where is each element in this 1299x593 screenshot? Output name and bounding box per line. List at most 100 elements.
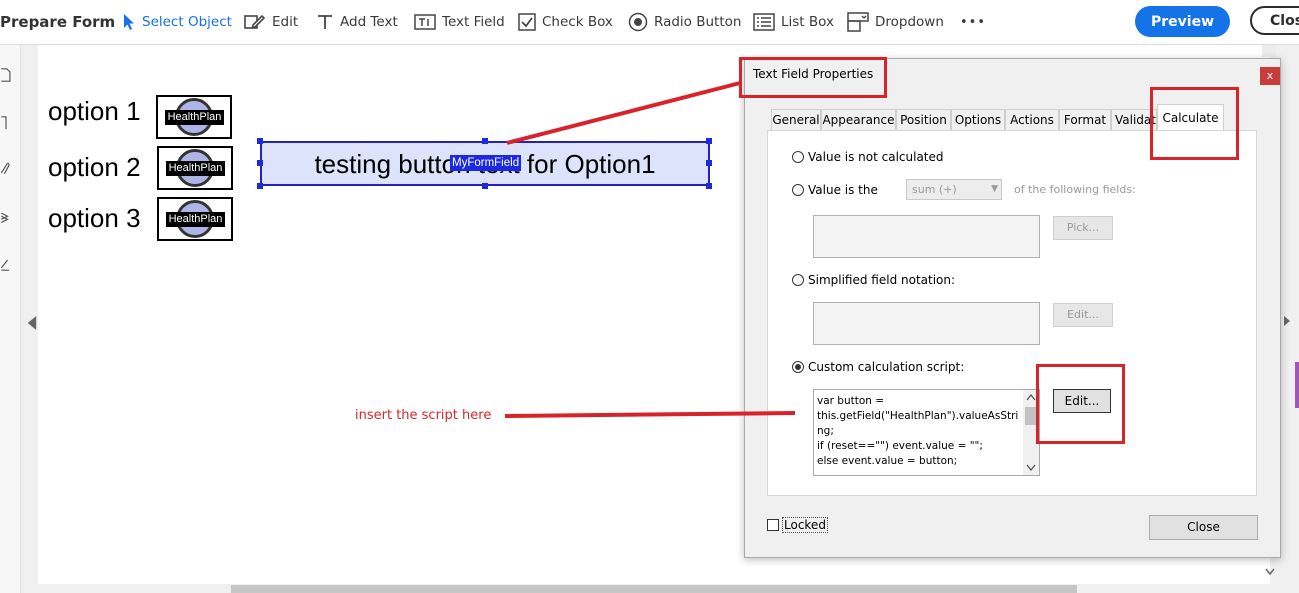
tab-format[interactable]: Format xyxy=(1059,109,1111,130)
option-1-label: option 1 xyxy=(48,96,141,126)
attachment-icon[interactable] xyxy=(0,162,12,176)
edit-simplified-button[interactable]: Edit... xyxy=(1053,303,1113,327)
healthplan-radio-2[interactable]: HealthPlan xyxy=(157,146,233,190)
select-object-label: Select Object xyxy=(142,14,232,30)
calculate-panel: Value is not calculated Value is the sum… xyxy=(767,130,1257,496)
radio-custom-script[interactable]: Custom calculation script: xyxy=(792,360,964,374)
scroll-down-icon[interactable] xyxy=(1026,464,1036,471)
text-field-tool[interactable]: Text Field xyxy=(414,0,505,44)
resize-handle[interactable] xyxy=(482,138,488,144)
close-button[interactable]: Close xyxy=(1149,515,1258,540)
toolbar-title: Prepare Form xyxy=(0,13,116,31)
layers-icon[interactable] xyxy=(0,210,12,224)
scrollbar-thumb[interactable] xyxy=(231,585,1077,593)
edit-pencil-icon xyxy=(244,14,266,29)
page-icon[interactable] xyxy=(0,68,12,82)
tab-options[interactable]: Options xyxy=(951,109,1005,130)
edit-label: Edit xyxy=(272,14,299,30)
annotation-text: insert the script here xyxy=(355,408,492,423)
resize-handle[interactable] xyxy=(257,160,263,166)
cursor-arrow-icon xyxy=(124,14,134,30)
radio-field-name: HealthPlan xyxy=(166,161,225,176)
scroll-up-area[interactable] xyxy=(1262,45,1276,57)
resize-handle[interactable] xyxy=(706,183,712,189)
dropdown-tool[interactable]: Dropdown xyxy=(847,0,944,44)
scroll-down-icon[interactable] xyxy=(1265,568,1275,576)
radio-button-icon xyxy=(628,12,648,32)
tab-appearance[interactable]: Appearance xyxy=(821,109,896,130)
radio-button-label: Radio Button xyxy=(654,14,742,30)
toolbar: Prepare Form Select Object Edit Add Text… xyxy=(0,0,1299,45)
list-box-tool[interactable]: List Box xyxy=(753,0,834,44)
chevron-down-icon: ▼ xyxy=(991,184,998,194)
right-panel-accent xyxy=(1295,362,1299,408)
radio-simplified[interactable]: Simplified field notation: xyxy=(792,273,955,287)
resize-handle[interactable] xyxy=(257,183,263,189)
resize-handle[interactable] xyxy=(706,138,712,144)
select-object-tool[interactable]: Select Object xyxy=(122,0,232,44)
add-text-label: Add Text xyxy=(340,14,398,30)
radio-label: Simplified field notation: xyxy=(808,273,956,287)
check-box-tool[interactable]: Check Box xyxy=(518,0,613,44)
resize-handle[interactable] xyxy=(706,160,712,166)
radio-control[interactable] xyxy=(792,151,804,163)
signature-icon[interactable] xyxy=(0,257,12,271)
operation-select-value: sum (+) xyxy=(912,183,957,196)
text-field-icon xyxy=(414,14,436,30)
resize-handle[interactable] xyxy=(257,138,263,144)
custom-script-box[interactable]: var button = this.getField("HealthPlan")… xyxy=(813,389,1040,476)
radio-control[interactable] xyxy=(792,184,804,196)
option-3-label: option 3 xyxy=(48,203,141,233)
radio-button-tool[interactable]: Radio Button xyxy=(628,0,741,44)
list-box-label: List Box xyxy=(781,14,834,30)
option-2-label: option 2 xyxy=(48,152,141,182)
text-t-icon xyxy=(318,15,332,29)
edit-tool[interactable]: Edit xyxy=(244,0,298,44)
dropdown-icon xyxy=(847,12,869,32)
tab-position[interactable]: Position xyxy=(896,109,951,130)
collapse-left-icon[interactable] xyxy=(26,316,38,330)
radio-value-is-the[interactable]: Value is the xyxy=(792,183,878,197)
radio-not-calculated[interactable]: Value is not calculated xyxy=(792,150,944,164)
radio-field-name: HealthPlan xyxy=(166,212,225,227)
left-tool-rail xyxy=(0,45,37,593)
radio-control[interactable] xyxy=(792,274,804,286)
check-box-label: Check Box xyxy=(542,14,613,30)
horizontal-scrollbar[interactable] xyxy=(38,584,1270,593)
resize-handle[interactable] xyxy=(482,183,488,189)
title-highlight-box xyxy=(739,57,887,98)
operation-select[interactable]: sum (+) ▼ xyxy=(906,179,1002,200)
radio-control[interactable] xyxy=(792,361,804,373)
list-box-icon xyxy=(753,13,775,31)
radio-field-name: HealthPlan xyxy=(165,110,224,125)
my-form-field[interactable]: testing button text for Option1 MyFormFi… xyxy=(260,141,710,186)
pick-button[interactable]: Pick... xyxy=(1053,216,1113,240)
text-field-label: Text Field xyxy=(442,14,505,30)
script-text: var button = this.getField("HealthPlan")… xyxy=(817,395,1019,467)
locked-label: Locked xyxy=(782,517,828,533)
healthplan-radio-3[interactable]: HealthPlan xyxy=(157,197,233,241)
checkbox-control[interactable] xyxy=(767,519,779,531)
more-tools-button[interactable]: ••• xyxy=(960,0,986,44)
simplified-notation-box[interactable] xyxy=(813,302,1040,345)
tab-actions[interactable]: Actions xyxy=(1005,109,1059,130)
of-fields-label: of the following fields: xyxy=(1014,183,1136,196)
tab-general[interactable]: General xyxy=(771,109,821,130)
radio-label: Custom calculation script: xyxy=(808,360,965,374)
fields-list[interactable] xyxy=(813,215,1040,258)
edit-button-highlight-box xyxy=(1036,364,1125,444)
bookmark-icon[interactable] xyxy=(0,116,12,130)
radio-label: Value is not calculated xyxy=(808,150,944,164)
preview-button[interactable]: Preview xyxy=(1135,6,1230,37)
dropdown-label: Dropdown xyxy=(875,14,944,30)
close-form-button[interactable]: Clos xyxy=(1250,6,1299,35)
collapse-right-icon[interactable] xyxy=(1283,316,1291,326)
add-text-tool[interactable]: Add Text xyxy=(316,0,398,44)
healthplan-radio-1[interactable]: HealthPlan xyxy=(156,95,232,139)
checkbox-icon xyxy=(518,13,536,31)
field-name-tag: MyFormField xyxy=(450,155,522,171)
calculate-tab-highlight-box xyxy=(1150,87,1239,160)
dialog-close-icon[interactable]: x xyxy=(1260,67,1280,85)
locked-checkbox[interactable]: Locked xyxy=(767,517,828,533)
scroll-up-icon[interactable] xyxy=(1026,394,1036,401)
